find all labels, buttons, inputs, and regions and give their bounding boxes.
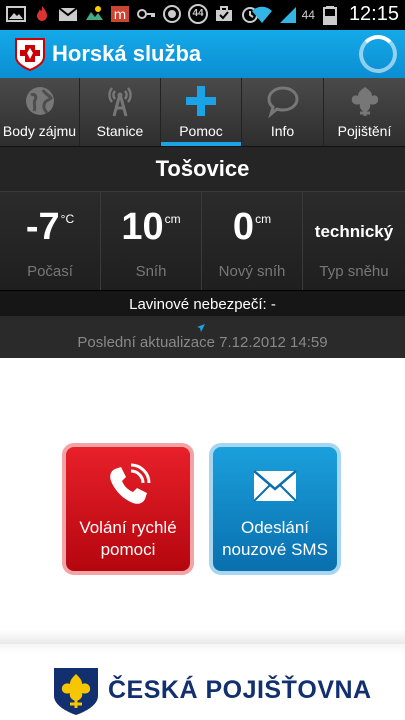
app-bar: Horská služba (0, 30, 405, 78)
phone-icon (105, 463, 151, 509)
wifi-icon (251, 5, 272, 25)
snow-type-value: technický (314, 222, 394, 241)
station-name: Tošovice (155, 156, 250, 181)
system-icons: 44 12:15 (251, 3, 399, 26)
notification-icons: m 44 (6, 4, 260, 24)
last-update-bar: Poslední aktualizace 7.12.2012 14:59 (0, 316, 405, 358)
emergency-sms-button[interactable]: Odeslání nouzové SMS (209, 443, 341, 575)
tab-pomoc[interactable]: Pomoc (161, 78, 242, 146)
avalanche-danger-text: Lavinové nebezpečí: - (129, 296, 276, 313)
sms-label-line: Odeslání (240, 518, 310, 537)
last-update-text: Poslední aktualizace 7.12.2012 14:59 (77, 334, 328, 351)
emergency-call-label: Volání rychlé pomoci (66, 517, 190, 561)
call-label-line: Volání rychlé (79, 518, 177, 537)
flame-icon (32, 4, 52, 24)
tab-label: Info (270, 123, 295, 139)
stat-value: 10cm (101, 206, 201, 249)
stat-value: 0cm (202, 206, 302, 249)
tab-info[interactable]: Info (242, 78, 324, 146)
stat-unit: cm (164, 212, 181, 226)
emergency-call-button[interactable]: Volání rychlé pomoci (62, 443, 194, 575)
antenna-icon (103, 84, 137, 118)
battery-icon (320, 5, 340, 25)
stat-unit: °C (60, 212, 75, 226)
location-arrow-icon (196, 320, 206, 332)
tab-pojisteni[interactable]: Pojištění (324, 78, 405, 146)
tab-label: Pojištění (337, 123, 392, 139)
conditions-panel: -7°C Počasí 10cm Sníh 0cm Nový sníh tech… (0, 192, 405, 290)
tab-label: Stanice (96, 123, 144, 139)
badge-icon: 44 (188, 4, 208, 24)
globe-icon (23, 84, 57, 118)
svg-text:m: m (114, 8, 127, 23)
envelope-icon (252, 463, 298, 509)
speech-bubble-icon (266, 84, 300, 119)
plus-icon (184, 84, 218, 118)
briefcase-icon (214, 4, 234, 24)
shield-icon (348, 84, 382, 118)
battery-level: 44 (301, 7, 315, 22)
tab-bar: Body zájmu Stanice Pomoc Info Pojištění (0, 78, 405, 146)
app-title: Horská služba (52, 41, 202, 66)
station-header: Tošovice (0, 146, 405, 192)
stat-label: Nový sníh (218, 263, 286, 280)
emergency-sms-label: Odeslání nouzové SMS (213, 517, 337, 561)
key-icon (136, 4, 156, 24)
tab-label: Body zájmu (2, 123, 77, 139)
vpn-icon (162, 4, 182, 24)
stat-snow: 10cm Sníh (101, 192, 202, 290)
call-label-line: pomoci (100, 540, 156, 559)
app-icon: m (110, 4, 130, 24)
sms-label-line: nouzové SMS (222, 540, 328, 559)
stat-snow-type: technický Typ sněhu (303, 192, 405, 290)
stat-temperature: -7°C Počasí (0, 192, 101, 290)
horska-sluzba-logo-icon[interactable] (14, 37, 46, 72)
tab-body-zajmu[interactable]: Body zájmu (0, 78, 80, 146)
weather-icon (84, 4, 104, 24)
stat-label: Počasí (27, 263, 73, 280)
clock: 12:15 (348, 3, 399, 25)
status-bar: m 44 44 12:15 (0, 0, 405, 30)
tab-label: Pomoc (179, 123, 223, 139)
avalanche-danger-bar: Lavinové nebezpečí: - (0, 290, 405, 316)
stat-label: Typ sněhu (319, 263, 389, 280)
new-snow-value: 0 (232, 206, 255, 248)
sponsor-brand-name[interactable]: ČESKÁ POJIŠŤOVNA (108, 676, 372, 705)
ceska-pojistovna-logo-icon[interactable] (52, 666, 100, 716)
stat-new-snow: 0cm Nový sníh (202, 192, 303, 290)
temperature-value: -7 (25, 206, 60, 248)
stat-value: -7°C (0, 206, 100, 249)
gmail-icon (58, 4, 78, 24)
snow-value: 10 (121, 206, 164, 248)
stat-label: Sníh (135, 263, 167, 280)
loading-spinner-icon (359, 35, 397, 73)
photo-icon (6, 4, 26, 24)
footer-divider (0, 630, 405, 644)
signal-icon (277, 5, 297, 25)
stat-unit: cm (255, 212, 272, 226)
tab-stanice[interactable]: Stanice (80, 78, 161, 146)
